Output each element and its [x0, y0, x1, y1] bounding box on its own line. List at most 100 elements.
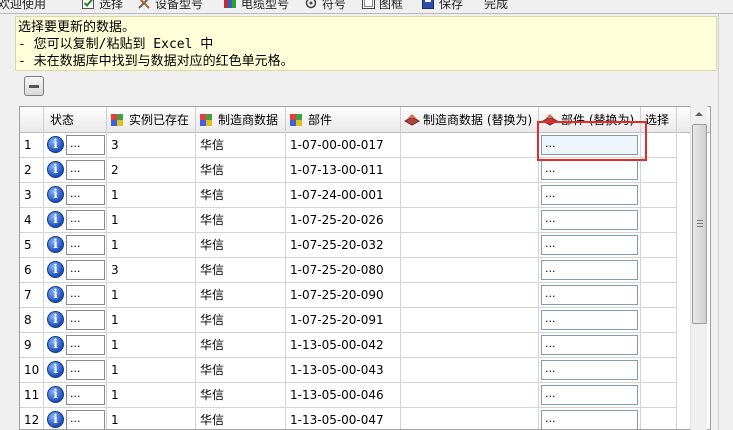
vertical-scrollbar[interactable] — [690, 106, 707, 430]
part-cell[interactable]: 1-07-25-20-090 — [286, 283, 401, 308]
status-detail-button[interactable]: ... — [66, 385, 105, 405]
status-detail-button[interactable]: ... — [66, 185, 105, 205]
manufacturer-replace-cell[interactable] — [401, 408, 539, 429]
table-row[interactable]: 2... 2 华信 1-07-13-00-011... — [20, 158, 710, 183]
tab-save[interactable]: 保存 — [422, 0, 463, 13]
manufacturer-replace-cell[interactable] — [401, 308, 539, 333]
select-cell[interactable] — [641, 208, 677, 233]
exists-cell[interactable]: 1 — [107, 333, 196, 358]
manufacturer-cell[interactable]: 华信 — [196, 383, 286, 408]
manufacturer-cell[interactable]: 华信 — [196, 283, 286, 308]
status-detail-button[interactable]: ... — [66, 360, 105, 380]
manufacturer-replace-cell[interactable] — [401, 258, 539, 283]
select-cell[interactable] — [641, 283, 677, 308]
part-cell[interactable]: 1-07-13-00-011 — [286, 158, 401, 183]
part-cell[interactable]: 1-13-05-00-046 — [286, 383, 401, 408]
manufacturer-replace-cell[interactable] — [401, 158, 539, 183]
manufacturer-replace-cell[interactable] — [401, 358, 539, 383]
status-detail-button[interactable]: ... — [66, 210, 105, 230]
part-replace-field[interactable]: ... — [541, 310, 638, 330]
tab-cable-model[interactable]: 电缆型号 — [224, 0, 289, 13]
part-cell[interactable]: 1-07-25-20-080 — [286, 258, 401, 283]
manufacturer-cell[interactable]: 华信 — [196, 158, 286, 183]
tab-welcome[interactable]: 欢迎使用 — [0, 0, 46, 13]
manufacturer-cell[interactable]: 华信 — [196, 233, 286, 258]
header-manufacturer-replace[interactable]: 制造商数据 (替换为) — [401, 107, 539, 133]
select-cell[interactable] — [641, 258, 677, 283]
part-cell[interactable]: 1-07-00-00-017 — [286, 133, 401, 158]
select-cell[interactable] — [641, 233, 677, 258]
info-icon[interactable] — [47, 161, 64, 178]
tab-device-model[interactable]: 设备型号 — [138, 0, 203, 13]
status-detail-button[interactable]: ... — [66, 235, 105, 255]
header-select[interactable]: 选择 — [641, 107, 677, 133]
table-row[interactable]: 8... 1 华信 1-07-25-20-091... — [20, 308, 710, 333]
collapse-button[interactable] — [24, 76, 44, 96]
manufacturer-cell[interactable]: 华信 — [196, 183, 286, 208]
part-cell[interactable]: 1-07-25-20-032 — [286, 233, 401, 258]
tab-symbol[interactable]: 符号 — [305, 0, 346, 13]
part-replace-field[interactable]: ... — [541, 135, 638, 155]
exists-cell[interactable]: 3 — [107, 133, 196, 158]
table-row[interactable]: 7... 1 华信 1-07-25-20-090... — [20, 283, 710, 308]
select-cell[interactable] — [641, 333, 677, 358]
select-cell[interactable] — [641, 408, 677, 429]
manufacturer-replace-cell[interactable] — [401, 183, 539, 208]
table-row[interactable]: 10... 1 华信 1-13-05-00-043... — [20, 358, 710, 383]
manufacturer-replace-cell[interactable] — [401, 233, 539, 258]
info-icon[interactable] — [47, 136, 64, 153]
status-detail-button[interactable]: ... — [66, 160, 105, 180]
scroll-up-arrow-icon[interactable] — [691, 106, 708, 123]
manufacturer-cell[interactable]: 华信 — [196, 133, 286, 158]
select-cell[interactable] — [641, 383, 677, 408]
manufacturer-replace-cell[interactable] — [401, 208, 539, 233]
part-replace-field[interactable]: ... — [541, 335, 638, 355]
info-icon[interactable] — [47, 411, 64, 428]
part-replace-field[interactable]: ... — [541, 360, 638, 380]
header-status[interactable]: 状态 — [44, 107, 107, 133]
scroll-thumb[interactable] — [692, 124, 707, 324]
exists-cell[interactable]: 1 — [107, 208, 196, 233]
info-icon[interactable] — [47, 361, 64, 378]
part-replace-field[interactable]: ... — [541, 210, 638, 230]
info-icon[interactable] — [47, 386, 64, 403]
part-replace-field[interactable]: ... — [541, 285, 638, 305]
manufacturer-cell[interactable]: 华信 — [196, 358, 286, 383]
exists-cell[interactable]: 1 — [107, 408, 196, 429]
manufacturer-cell[interactable]: 华信 — [196, 408, 286, 429]
exists-cell[interactable]: 1 — [107, 183, 196, 208]
info-icon[interactable] — [47, 236, 64, 253]
status-detail-button[interactable]: ... — [66, 285, 105, 305]
select-cell[interactable] — [641, 183, 677, 208]
header-part-replace[interactable]: 部件 (替换为) — [539, 107, 641, 133]
info-icon[interactable] — [47, 286, 64, 303]
exists-cell[interactable]: 1 — [107, 283, 196, 308]
status-detail-button[interactable]: ... — [66, 310, 105, 330]
part-replace-field[interactable]: ... — [541, 235, 638, 255]
header-part[interactable]: 部件 — [286, 107, 401, 133]
table-row[interactable]: 12... 1 华信 1-13-05-00-047... — [20, 408, 710, 429]
info-icon[interactable] — [47, 311, 64, 328]
part-cell[interactable]: 1-07-24-00-001 — [286, 183, 401, 208]
exists-cell[interactable]: 3 — [107, 258, 196, 283]
select-cell[interactable] — [641, 133, 677, 158]
part-cell[interactable]: 1-07-25-20-026 — [286, 208, 401, 233]
exists-cell[interactable]: 1 — [107, 358, 196, 383]
status-detail-button[interactable]: ... — [66, 335, 105, 355]
status-detail-button[interactable]: ... — [66, 260, 105, 280]
exists-cell[interactable]: 1 — [107, 383, 196, 408]
manufacturer-replace-cell[interactable] — [401, 283, 539, 308]
part-cell[interactable]: 1-13-05-00-042 — [286, 333, 401, 358]
header-manufacturer[interactable]: 制造商数据 — [196, 107, 286, 133]
manufacturer-cell[interactable]: 华信 — [196, 308, 286, 333]
table-row[interactable]: 3... 1 华信 1-07-24-00-001... — [20, 183, 710, 208]
part-replace-field[interactable]: ... — [541, 260, 638, 280]
info-icon[interactable] — [47, 336, 64, 353]
table-row[interactable]: 6... 3 华信 1-07-25-20-080... — [20, 258, 710, 283]
exists-cell[interactable]: 2 — [107, 158, 196, 183]
status-detail-button[interactable]: ... — [66, 135, 105, 155]
table-row[interactable]: 5... 1 华信 1-07-25-20-032... — [20, 233, 710, 258]
part-replace-field[interactable]: ... — [541, 410, 638, 429]
part-cell[interactable]: 1-13-05-00-047 — [286, 408, 401, 429]
header-exists[interactable]: 实例已存在 — [107, 107, 196, 133]
